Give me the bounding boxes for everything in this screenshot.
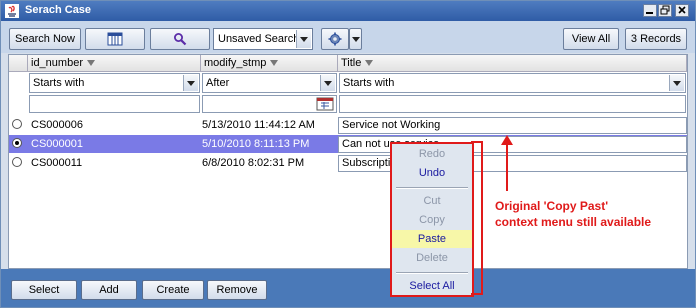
cell-id-number: CS000011 <box>31 157 83 169</box>
row-select-radio[interactable] <box>12 119 22 129</box>
columns-button[interactable] <box>85 28 145 50</box>
annotation-text: Original 'Copy Past' context menu still … <box>495 198 651 230</box>
create-button[interactable]: Create <box>142 280 204 300</box>
filter-operator: Starts with <box>343 77 395 89</box>
settings-button[interactable] <box>321 28 349 50</box>
menu-item-copy[interactable]: Copy <box>392 211 472 229</box>
id-number-filter-input[interactable] <box>29 95 200 113</box>
java-app-icon <box>5 4 19 18</box>
toolbar: Search Now Unsaved Search View All 3 Rec… <box>1 21 695 53</box>
column-header-label: Title <box>341 57 362 69</box>
select-button[interactable]: Select <box>11 280 77 300</box>
cell-modify-stmp: 5/13/2010 11:44:12 AM <box>202 119 315 131</box>
column-header-label: id_number <box>31 57 83 69</box>
restore-button[interactable] <box>658 4 672 17</box>
row-select-radio[interactable] <box>12 157 22 167</box>
sort-arrow-icon <box>365 60 374 67</box>
magnifier-icon <box>174 33 187 46</box>
remove-button[interactable]: Remove <box>207 280 267 300</box>
cell-id-number: CS000006 <box>31 119 83 131</box>
search-now-button[interactable]: Search Now <box>9 28 81 50</box>
column-header-modify-stmp[interactable]: modify_stmp <box>201 55 338 72</box>
cell-id-number: CS000001 <box>31 138 83 150</box>
sort-arrow-icon <box>86 60 95 67</box>
menu-item-select-all[interactable]: Select All <box>392 277 472 295</box>
chevron-down-icon <box>352 37 360 42</box>
sort-arrow-icon <box>270 60 279 67</box>
cell-title[interactable]: Service not Working <box>338 117 687 134</box>
title-bar: Serach Case <box>1 1 695 21</box>
close-icon <box>678 6 686 14</box>
column-header-label: modify_stmp <box>204 57 267 69</box>
minimize-icon <box>646 12 653 14</box>
cell-modify-stmp: 5/10/2010 8:11:13 PM <box>202 138 310 150</box>
table-row[interactable]: CS000006 5/13/2010 11:44:12 AM Service n… <box>9 116 687 134</box>
menu-separator <box>396 272 468 274</box>
menu-item-cut[interactable]: Cut <box>392 192 472 210</box>
restore-icon <box>660 5 670 15</box>
context-menu: Redo Undo Cut Copy Paste Delete Select A… <box>390 142 474 297</box>
saved-search-value: Unsaved Search <box>218 33 300 45</box>
chevron-down-icon <box>183 75 198 91</box>
table-row[interactable]: CS000001 5/10/2010 8:11:13 PM Can not us… <box>9 135 687 153</box>
chevron-down-icon <box>296 30 311 48</box>
close-button[interactable] <box>675 4 689 17</box>
column-header-id-number[interactable]: id_number <box>28 55 201 72</box>
row-header-corner <box>9 55 28 72</box>
footer-bar: Select Add Create Remove <box>1 269 695 307</box>
title-filter-select[interactable]: Starts with <box>339 73 686 93</box>
calendar-icon[interactable] <box>316 97 334 111</box>
menu-item-paste[interactable]: Paste <box>392 230 472 248</box>
chevron-down-icon <box>669 75 684 91</box>
menu-separator <box>396 187 468 189</box>
title-filter-input[interactable] <box>339 95 686 113</box>
filter-operator: Starts with <box>33 77 85 89</box>
column-header-title[interactable]: Title <box>338 55 687 72</box>
menu-item-redo[interactable]: Redo <box>392 145 472 163</box>
window-title: Serach Case <box>25 4 92 16</box>
record-count-button[interactable]: 3 Records <box>625 28 687 50</box>
search-case-window: Serach Case Search Now Unsaved Search Vi… <box>0 0 696 308</box>
settings-dropdown-button[interactable] <box>349 28 362 50</box>
menu-item-delete[interactable]: Delete <box>392 249 472 267</box>
menu-item-undo[interactable]: Undo <box>392 164 472 182</box>
modify-stmp-filter-input[interactable] <box>202 95 337 113</box>
annotation-line: context menu still available <box>495 215 652 229</box>
saved-search-select[interactable]: Unsaved Search <box>213 28 313 50</box>
cell-modify-stmp: 6/8/2010 8:02:31 PM <box>202 157 305 169</box>
annotation-line: Original 'Copy Past' <box>495 199 609 213</box>
find-button[interactable] <box>150 28 210 50</box>
modify-stmp-filter-select[interactable]: After <box>202 73 337 93</box>
id-number-filter-select[interactable]: Starts with <box>29 73 200 93</box>
chevron-down-icon <box>320 75 335 91</box>
filter-operator: After <box>206 77 230 89</box>
table-row[interactable]: CS000011 6/8/2010 8:02:31 PM Subscriptio… <box>9 154 687 172</box>
add-button[interactable]: Add <box>81 280 137 300</box>
minimize-button[interactable] <box>643 4 657 17</box>
annotation-bracket <box>471 141 483 295</box>
table-columns-icon <box>107 32 123 46</box>
gear-icon <box>328 32 342 46</box>
results-grid: id_number modify_stmp Title Starts with … <box>8 54 688 269</box>
row-select-radio[interactable] <box>12 138 22 148</box>
annotation-arrow-icon <box>501 135 513 191</box>
view-all-button[interactable]: View All <box>563 28 619 50</box>
